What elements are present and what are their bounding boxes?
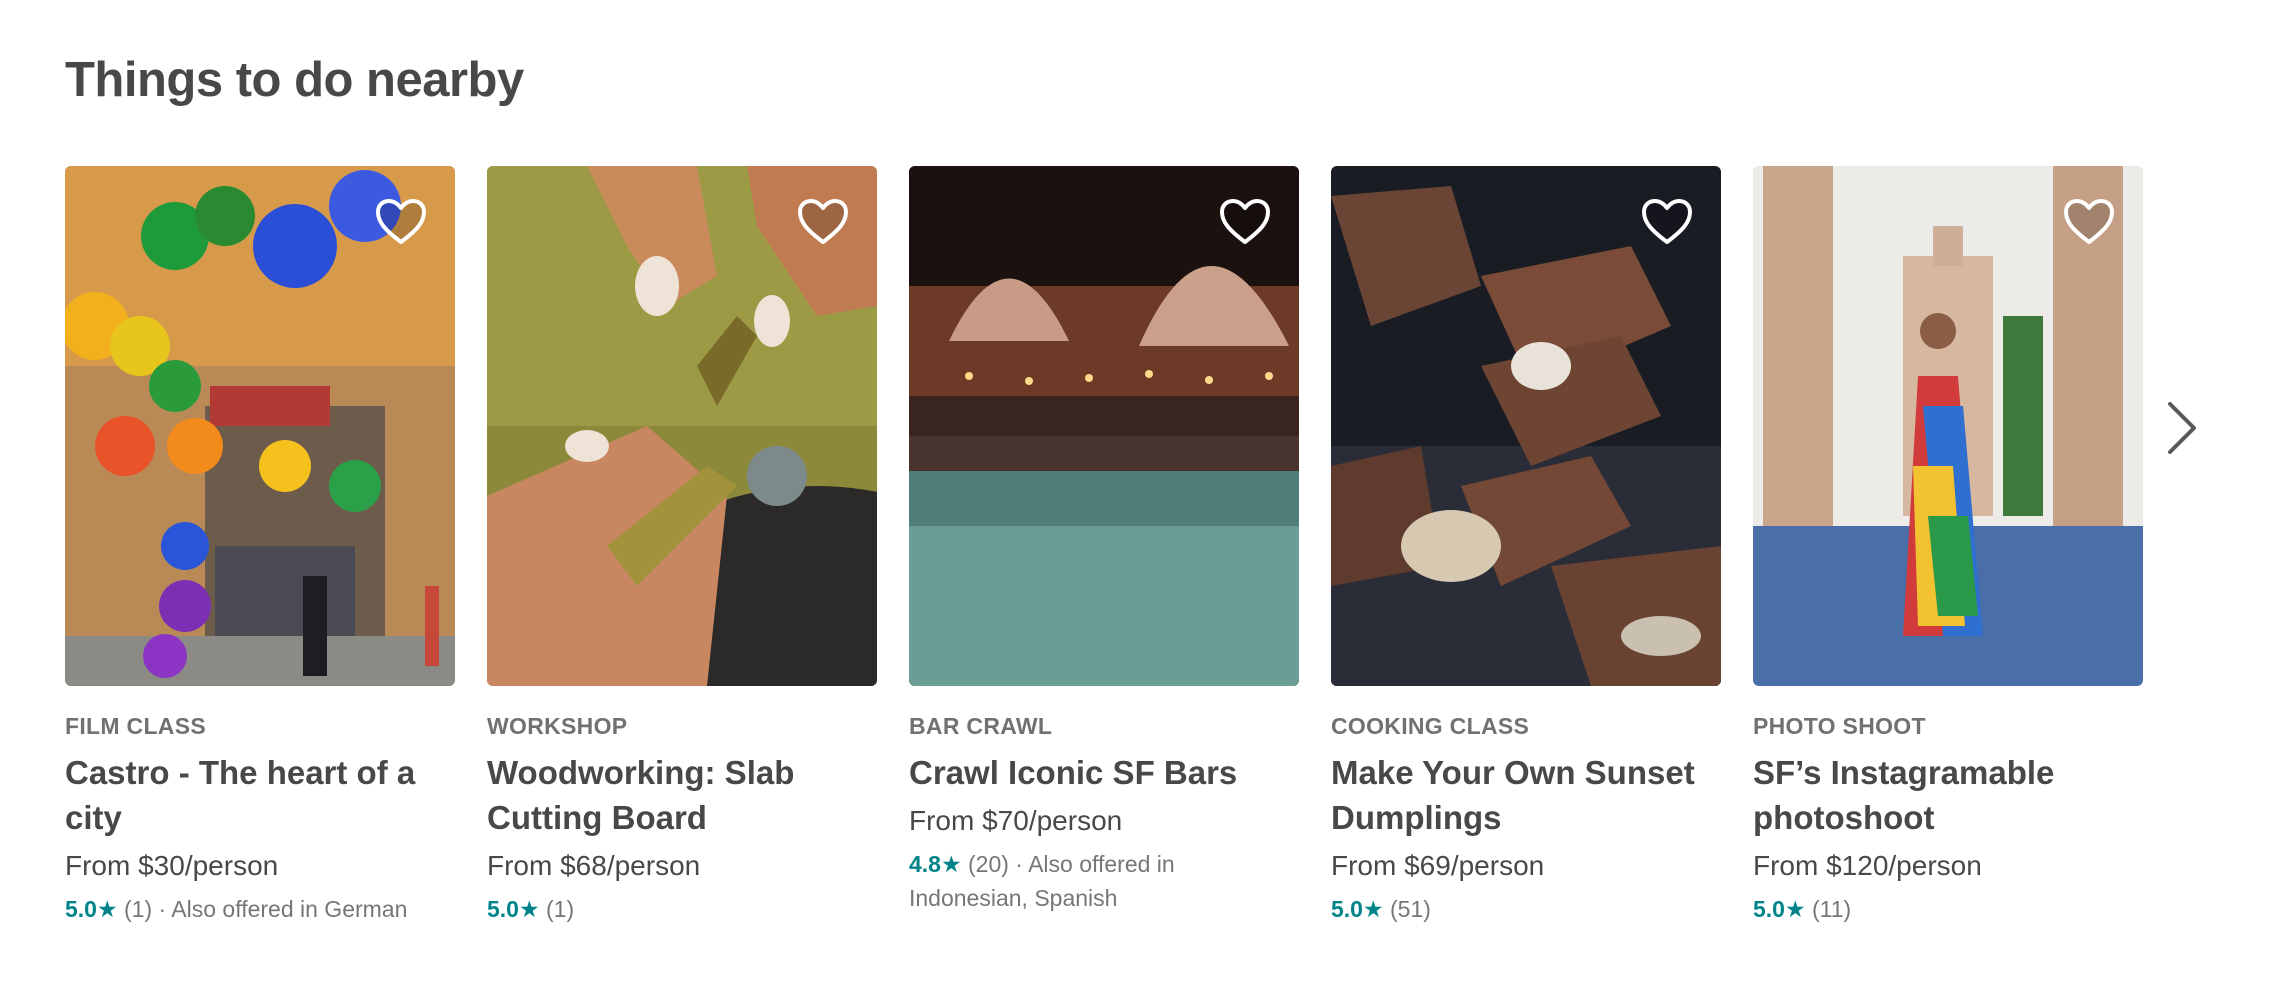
experience-photo[interactable] (909, 166, 1299, 686)
experience-price: From $68/person (487, 850, 701, 881)
experience-price: From $70/person (909, 805, 1123, 836)
experience-category: WORKSHOP (487, 713, 628, 739)
experience-category: PHOTO SHOOT (1753, 713, 1926, 739)
experience-rating: 5.0★ (1) · Also offered in German (65, 892, 455, 926)
experience-title[interactable]: SF’s Instagramable photoshoot (1753, 750, 2143, 840)
experience-price: From $120/person (1753, 850, 1982, 881)
experience-card[interactable]: WORKSHOP Woodworking: Slab Cutting Board… (487, 166, 877, 926)
rating-score: 5.0 (487, 896, 519, 922)
star-icon: ★ (96, 896, 118, 922)
experience-photo[interactable] (487, 166, 877, 686)
language-note: · Also offered in German (158, 896, 408, 922)
experience-photo[interactable] (1331, 166, 1721, 686)
experience-card[interactable]: COOKING CLASS Make Your Own Sunset Dumpl… (1331, 166, 1721, 926)
review-count: (51) (1390, 896, 1431, 922)
experience-card[interactable]: FILM CLASS Castro - The heart of a city … (65, 166, 455, 926)
heart-icon (1220, 199, 1270, 244)
favorite-button[interactable] (1219, 198, 1271, 246)
rating-score: 5.0 (65, 896, 97, 922)
experience-photo[interactable] (1753, 166, 2143, 686)
heart-icon (376, 199, 426, 244)
star-icon: ★ (518, 896, 540, 922)
rating-score: 5.0 (1331, 896, 1363, 922)
carousel-next-button[interactable] (2160, 398, 2204, 458)
experience-card[interactable]: PHOTO SHOOT SF’s Instagramable photoshoo… (1753, 166, 2143, 926)
favorite-button[interactable] (1641, 198, 1693, 246)
experience-rating: 5.0★ (51) (1331, 892, 1721, 926)
experience-title[interactable]: Woodworking: Slab Cutting Board (487, 750, 877, 840)
experience-category: COOKING CLASS (1331, 713, 1530, 739)
experience-price: From $69/person (1331, 850, 1545, 881)
chevron-right-icon (2168, 402, 2196, 454)
experience-title[interactable]: Make Your Own Sunset Dumplings (1331, 750, 1721, 840)
experience-rating: 5.0★ (11) (1753, 892, 2143, 926)
experience-price: From $30/person (65, 850, 279, 881)
rating-score: 5.0 (1753, 896, 1785, 922)
experience-title[interactable]: Castro - The heart of a city (65, 750, 455, 840)
star-icon: ★ (1362, 896, 1384, 922)
experience-carousel: FILM CLASS Castro - The heart of a city … (65, 166, 2143, 926)
review-count: (1) (124, 896, 153, 922)
favorite-button[interactable] (2063, 198, 2115, 246)
review-count: (20) (968, 851, 1009, 877)
heart-icon (2064, 199, 2114, 244)
experience-title[interactable]: Crawl Iconic SF Bars (909, 750, 1299, 795)
experience-photo[interactable] (65, 166, 455, 686)
experience-rating: 5.0★ (1) (487, 892, 877, 926)
favorite-button[interactable] (797, 198, 849, 246)
experience-card[interactable]: BAR CRAWL Crawl Iconic SF Bars From $70/… (909, 166, 1299, 926)
heart-icon (798, 199, 848, 244)
experience-category: FILM CLASS (65, 713, 206, 739)
experience-category: BAR CRAWL (909, 713, 1053, 739)
rating-score: 4.8 (909, 851, 941, 877)
star-icon: ★ (940, 851, 962, 877)
heart-icon (1642, 199, 1692, 244)
star-icon: ★ (1784, 896, 1806, 922)
section-title: Things to do nearby (65, 53, 524, 107)
review-count: (1) (546, 896, 575, 922)
favorite-button[interactable] (375, 198, 427, 246)
experience-rating: 4.8★ (20) · Also offered in Indonesian, … (909, 847, 1299, 915)
review-count: (11) (1812, 896, 1852, 922)
